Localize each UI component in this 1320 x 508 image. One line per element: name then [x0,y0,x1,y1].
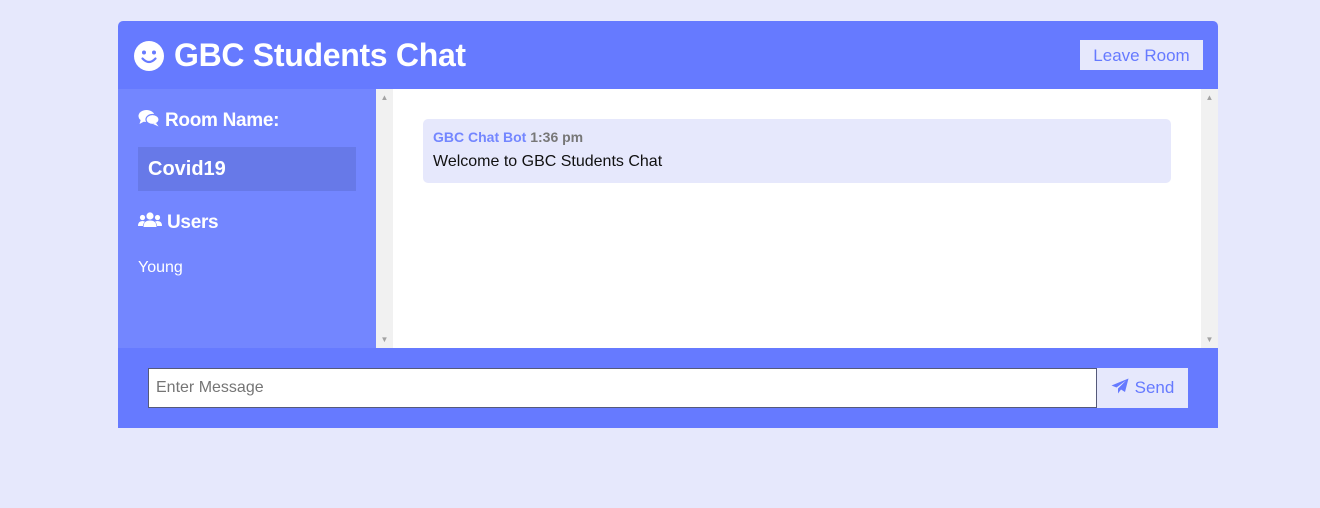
chat-header: GBC Students Chat Leave Room [118,21,1218,89]
users-icon [138,211,167,235]
send-label: Send [1134,378,1175,397]
room-name: Covid19 [138,147,356,191]
users-heading-label: Users [167,212,219,233]
scroll-down-icon[interactable]: ▼ [376,331,393,348]
paper-plane-icon [1111,378,1135,399]
messages-scrollbar[interactable]: ▲ ▼ [1201,89,1218,348]
chat-messages: GBC Chat Bot 1:36 pm Welcome to GBC Stud… [393,89,1201,348]
scroll-down-icon[interactable]: ▼ [1201,331,1218,348]
user-list: Young [138,259,183,277]
send-button[interactable]: Send [1097,368,1188,408]
users-heading: Users [138,211,219,235]
room-name-heading: Room Name: [138,109,279,133]
room-heading-label: Room Name: [165,110,280,131]
message-text: Welcome to GBC Students Chat [433,153,663,170]
message-time: 1:36 pm [530,129,584,145]
comments-icon [138,109,165,133]
sidebar-scrollbar[interactable]: ▲ ▼ [376,89,393,348]
chat-form-container: Send [118,348,1218,428]
message-username: GBC Chat Bot [433,129,527,145]
message: GBC Chat Bot 1:36 pm Welcome to GBC Stud… [423,119,1171,183]
leave-room-button[interactable]: Leave Room [1080,40,1203,70]
scroll-up-icon[interactable]: ▲ [376,89,393,106]
chat-sidebar: Room Name: Covid19 Users Young [118,89,376,348]
user-item: Young [138,259,183,276]
chat-main: Room Name: Covid19 Users Young ▲ ▼ GBC C… [118,89,1218,348]
chat-container: GBC Students Chat Leave Room Room Name: … [118,21,1218,428]
scroll-up-icon[interactable]: ▲ [1201,89,1218,106]
smile-icon [133,40,165,72]
message-meta: GBC Chat Bot 1:36 pm [433,129,1161,145]
app-title: GBC Students Chat [174,37,466,73]
message-input[interactable] [148,368,1097,408]
brand: GBC Students Chat [133,37,466,74]
